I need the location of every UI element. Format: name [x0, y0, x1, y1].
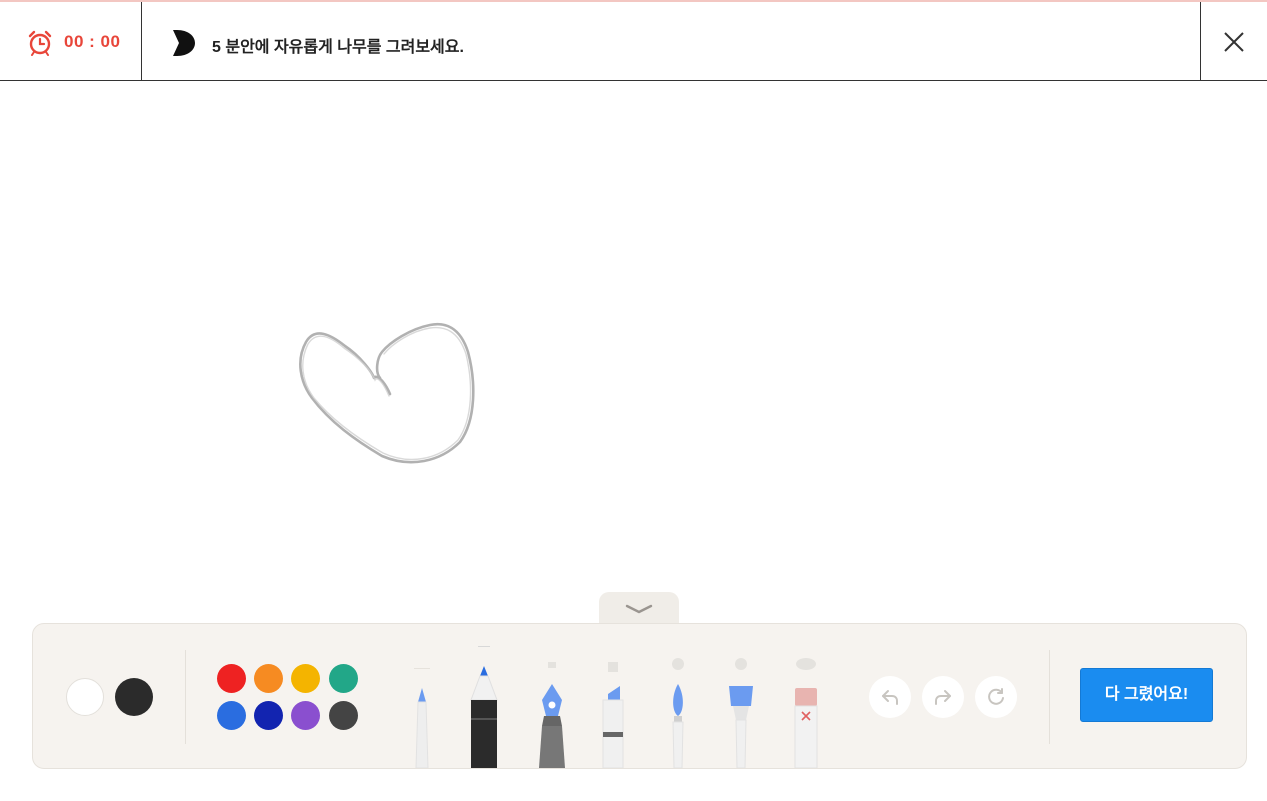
alarm-clock-icon [28, 30, 52, 56]
close-icon [1224, 32, 1244, 52]
chevron-down-icon [625, 604, 653, 614]
header-bar: 00 : 00 5 분안에 자유롭게 나무를 그려보세요. [0, 2, 1267, 81]
color-swatch-green[interactable] [329, 664, 358, 693]
color-swatch-orange[interactable] [254, 664, 283, 693]
redo-button[interactable] [922, 676, 964, 718]
toolbar-divider [185, 650, 186, 744]
drawing-canvas[interactable] [0, 82, 1267, 592]
round-brush-tool[interactable] [665, 656, 691, 768]
color-swatch-yellow[interactable] [291, 664, 320, 693]
color-swatch-navy[interactable] [254, 701, 283, 730]
color-swatch-white[interactable] [66, 678, 104, 716]
timer-display: 00 : 00 [64, 32, 121, 51]
toolbar-divider [1049, 650, 1050, 744]
color-swatch-dark-gray[interactable] [329, 701, 358, 730]
pen-tool[interactable] [469, 646, 499, 768]
color-swatch-red[interactable] [217, 664, 246, 693]
color-swatch-black[interactable] [115, 678, 153, 716]
heart-sketch [299, 322, 475, 464]
collapse-toolbar-tab[interactable] [599, 592, 679, 624]
undo-button[interactable] [869, 676, 911, 718]
undo-icon [882, 690, 898, 705]
redo-icon [935, 690, 951, 705]
pencil-tool[interactable] [409, 664, 435, 768]
color-swatch-purple[interactable] [291, 701, 320, 730]
drawing-toolbar: 다 그렸어요! [32, 623, 1247, 769]
color-swatch-blue[interactable] [217, 701, 246, 730]
drawing-prompt: 5 분안에 자유롭게 나무를 그려보세요. [212, 39, 464, 56]
timer-section: 00 : 00 [0, 2, 142, 81]
marker-tool[interactable] [599, 660, 627, 768]
refresh-icon [988, 688, 1004, 705]
fountain-pen-tool[interactable] [535, 660, 569, 768]
done-button[interactable]: 다 그렸어요! [1080, 668, 1213, 722]
eraser-tool[interactable] [791, 656, 821, 768]
flat-brush-tool[interactable] [727, 656, 755, 768]
logo-icon [173, 30, 195, 56]
reset-button[interactable] [975, 676, 1017, 718]
close-button[interactable] [1200, 2, 1267, 81]
